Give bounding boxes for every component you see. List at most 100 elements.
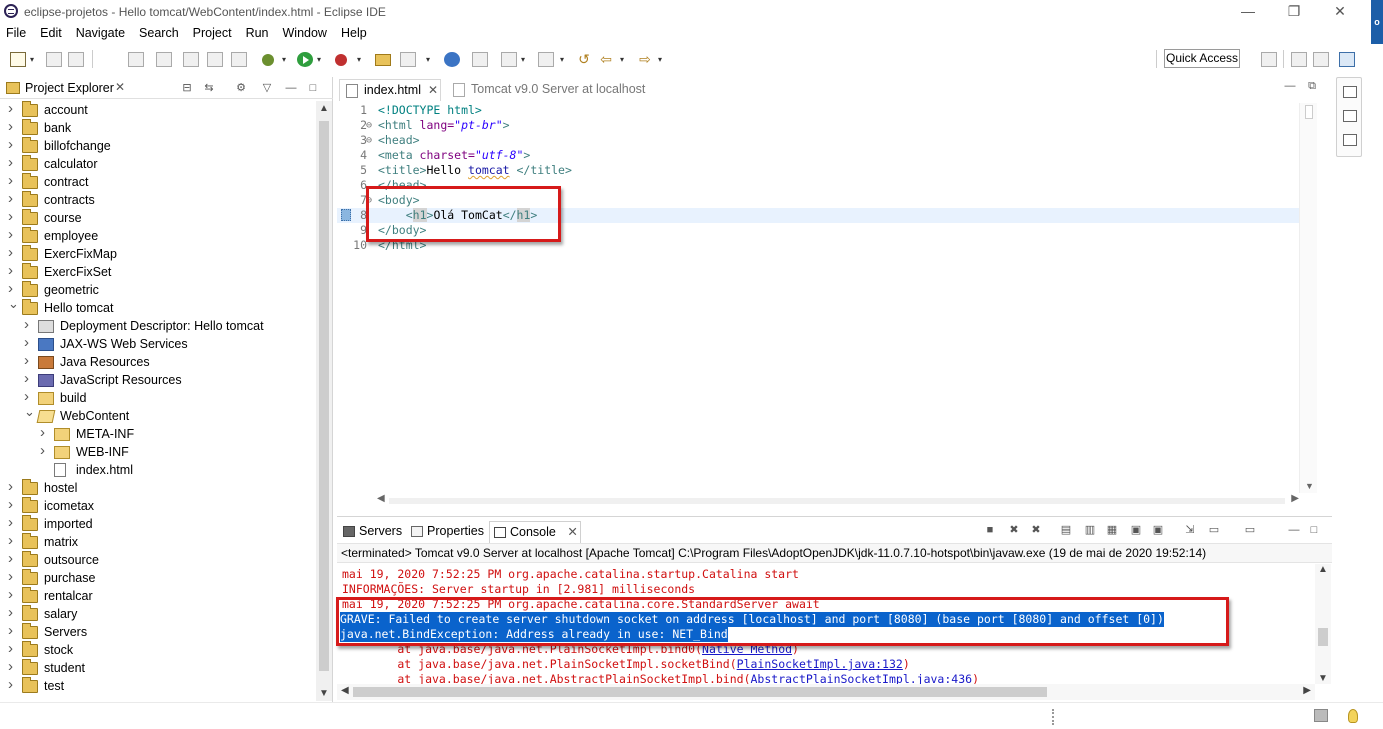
maximize-view-icon[interactable]: □ <box>1307 523 1321 537</box>
show-on-error-icon[interactable]: ▣ <box>1151 523 1165 537</box>
java-perspective-icon[interactable] <box>1339 52 1355 67</box>
menu-file[interactable]: File <box>0 24 33 40</box>
new-class-icon[interactable] <box>231 52 247 67</box>
expand-chevron-icon[interactable]: › <box>24 316 36 334</box>
search-tool-icon[interactable] <box>400 52 416 67</box>
tree-item[interactable]: › Servers <box>8 622 308 641</box>
tree-item[interactable]: › employee <box>8 226 308 245</box>
expand-chevron-icon[interactable]: › <box>8 136 20 154</box>
expand-chevron-icon[interactable]: › <box>8 514 20 532</box>
scroll-up-icon[interactable]: ▲ <box>1318 564 1328 575</box>
new-icon[interactable] <box>10 52 26 67</box>
close-window-button[interactable]: ✕ <box>1317 0 1363 24</box>
maximize-editor-icon[interactable]: ⧉ <box>1305 79 1319 93</box>
project-explorer-tab[interactable]: Project Explorer ✕ ⊟ ⇆ ⚙ ▽ — □ <box>0 77 333 99</box>
debug-dropdown-icon[interactable]: ▾ <box>282 55 289 70</box>
search-dropdown-icon[interactable]: ▾ <box>426 55 433 70</box>
terminal-icon[interactable] <box>128 52 144 67</box>
scroll-lock-icon[interactable]: ▥ <box>1083 523 1097 537</box>
tree-item[interactable]: › ExercFixSet <box>8 262 308 281</box>
scroll-left-icon[interactable]: ◀ <box>341 685 349 696</box>
run-icon[interactable] <box>297 52 313 67</box>
skip-breakpoints-icon[interactable] <box>156 52 172 67</box>
tree-item[interactable]: ⌄ Hello tomcat <box>8 296 308 317</box>
expand-chevron-icon[interactable]: › <box>8 550 20 568</box>
next-annotation-icon[interactable] <box>501 52 517 67</box>
tree-item[interactable]: › course <box>8 208 308 227</box>
close-view-icon[interactable]: ✕ <box>115 80 125 94</box>
tree-item[interactable]: › hostel <box>8 478 308 497</box>
back-dropdown-icon[interactable]: ▾ <box>620 55 627 70</box>
forward-dropdown-icon[interactable]: ▾ <box>658 55 665 70</box>
expand-chevron-icon[interactable]: › <box>8 586 20 604</box>
expand-chevron-icon[interactable]: › <box>24 352 36 370</box>
expand-chevron-icon[interactable]: › <box>8 244 20 262</box>
restore-icon[interactable] <box>1343 86 1357 98</box>
menu-search[interactable]: Search <box>132 24 186 40</box>
code-line[interactable]: 3 ⊖ <head> <box>337 133 1299 148</box>
code-line[interactable]: 4 <meta charset="utf-8"> <box>337 148 1299 163</box>
debug-perspective-icon[interactable] <box>1313 52 1329 67</box>
tree-item[interactable]: › account <box>8 101 308 119</box>
tree-item[interactable]: › test <box>8 676 308 695</box>
tab-servers[interactable]: Servers <box>339 521 402 543</box>
expand-chevron-icon[interactable]: › <box>8 226 20 244</box>
scroll-right-icon[interactable]: ▶ <box>1303 685 1311 696</box>
expand-chevron-icon[interactable]: › <box>8 532 20 550</box>
console-vertical-scrollbar[interactable]: ▲ ▼ <box>1315 564 1331 684</box>
status-grip[interactable] <box>1052 709 1056 725</box>
tree-item[interactable]: › billofchange <box>8 136 308 155</box>
menu-help[interactable]: Help <box>334 24 374 40</box>
save-all-icon[interactable] <box>68 52 84 67</box>
tree-item[interactable]: › Java Resources <box>24 352 308 371</box>
tree-item[interactable]: › ExercFixMap <box>8 244 308 263</box>
expand-chevron-icon[interactable]: › <box>8 478 20 496</box>
expand-chevron-icon[interactable]: › <box>24 334 36 352</box>
collapse-all-icon[interactable]: ⊟ <box>180 81 194 95</box>
previous-annotation-icon[interactable] <box>538 52 554 67</box>
link-with-editor-icon[interactable]: ⇆ <box>202 81 216 95</box>
expand-chevron-icon[interactable]: › <box>8 496 20 514</box>
tab-tomcat-server[interactable]: Tomcat v9.0 Server at localhost <box>447 79 647 101</box>
tree-item[interactable]: › WEB-INF <box>40 442 308 461</box>
tree-scrollbar[interactable]: ▲ ▼ <box>316 101 332 701</box>
expand-chevron-icon[interactable]: › <box>8 172 20 190</box>
editor-horizontal-scrollbar[interactable]: ◀ ▶ <box>377 493 1299 509</box>
minimize-view-icon[interactable]: — <box>1287 523 1301 537</box>
tab-console[interactable]: Console ✕ <box>489 521 581 543</box>
expand-chevron-icon[interactable]: › <box>8 154 20 172</box>
tree-item[interactable]: › Deployment Descriptor: Hello tomcat <box>24 316 308 335</box>
expand-chevron-icon[interactable]: › <box>8 101 20 118</box>
open-type-icon[interactable] <box>375 54 391 66</box>
scroll-thumb[interactable] <box>353 687 1047 697</box>
tip-lightbulb-icon[interactable] <box>1348 709 1358 723</box>
console-line[interactable]: mai 19, 2020 7:52:25 PM org.apache.catal… <box>342 567 799 582</box>
save-icon[interactable] <box>46 52 62 67</box>
scroll-track[interactable] <box>389 498 1285 504</box>
overview-ruler[interactable]: ▼ <box>1299 103 1317 493</box>
tree-item[interactable]: › calculator <box>8 154 308 173</box>
tree-item[interactable]: › bank <box>8 118 308 137</box>
expand-chevron-icon[interactable]: › <box>8 658 20 676</box>
tree-item[interactable]: ⌄ WebContent <box>24 404 308 425</box>
fold-toggle-icon[interactable]: ⊖ <box>366 133 372 148</box>
tab-properties[interactable]: Properties <box>407 521 487 543</box>
menu-run[interactable]: Run <box>239 24 276 40</box>
expand-chevron-icon[interactable]: › <box>8 190 20 208</box>
tree-item[interactable]: index.html <box>40 461 308 479</box>
browser-icon[interactable] <box>444 52 460 67</box>
previous-annotation-dropdown-icon[interactable]: ▾ <box>560 55 567 70</box>
tree-item[interactable]: › salary <box>8 604 308 623</box>
tree-item[interactable]: › purchase <box>8 568 308 587</box>
tree-item[interactable]: › outsource <box>8 550 308 569</box>
tree-item[interactable]: › matrix <box>8 532 308 551</box>
expand-chevron-icon[interactable]: › <box>8 208 20 226</box>
code-line[interactable]: 1 <!DOCTYPE html> <box>337 103 1299 118</box>
show-on-output-icon[interactable]: ▣ <box>1129 523 1143 537</box>
back-icon[interactable]: ⇦ <box>598 52 614 67</box>
tree-item[interactable]: › student <box>8 658 308 677</box>
filters-icon[interactable]: ⚙ <box>234 81 248 95</box>
tree-item[interactable]: › stock <box>8 640 308 659</box>
expand-chevron-icon[interactable]: › <box>24 370 36 388</box>
fold-toggle-icon[interactable]: ⊖ <box>366 118 372 133</box>
